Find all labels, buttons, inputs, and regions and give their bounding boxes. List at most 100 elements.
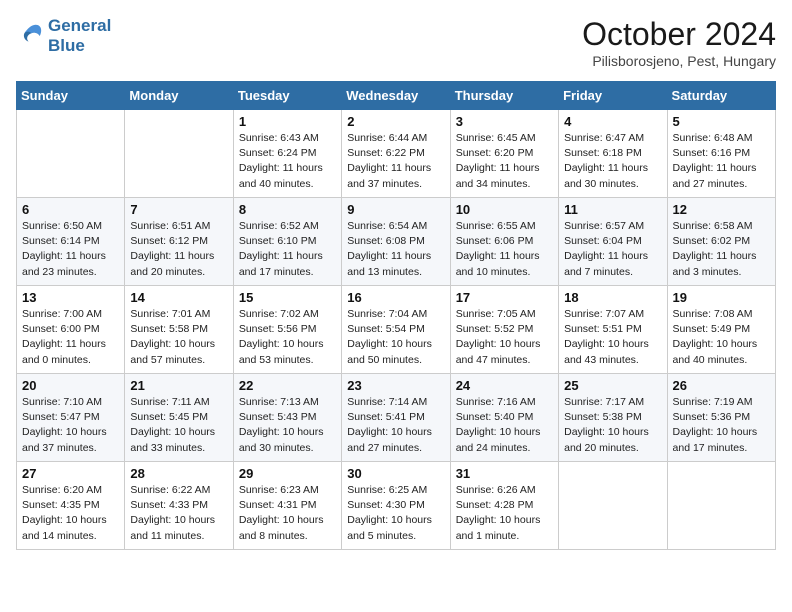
day-number: 17 xyxy=(456,290,553,305)
calendar-cell: 17 Sunrise: 7:05 AM Sunset: 5:52 PM Dayli… xyxy=(450,286,558,374)
day-number: 31 xyxy=(456,466,553,481)
weekday-header: Saturday xyxy=(667,82,775,110)
location: Pilisborosjeno, Pest, Hungary xyxy=(582,53,776,69)
day-info: Sunrise: 7:00 AM Sunset: 6:00 PM Dayligh… xyxy=(22,307,119,368)
day-info: Sunrise: 7:16 AM Sunset: 5:40 PM Dayligh… xyxy=(456,395,553,456)
calendar-cell: 26 Sunrise: 7:19 AM Sunset: 5:36 PM Dayli… xyxy=(667,374,775,462)
day-info: Sunrise: 7:11 AM Sunset: 5:45 PM Dayligh… xyxy=(130,395,227,456)
day-number: 28 xyxy=(130,466,227,481)
weekday-header: Sunday xyxy=(17,82,125,110)
day-info: Sunrise: 7:10 AM Sunset: 5:47 PM Dayligh… xyxy=(22,395,119,456)
day-number: 16 xyxy=(347,290,444,305)
calendar-cell: 21 Sunrise: 7:11 AM Sunset: 5:45 PM Dayli… xyxy=(125,374,233,462)
calendar-cell xyxy=(17,110,125,198)
calendar-cell: 5Sunrise: 6:48 AM Sunset: 6:16 PM Daylig… xyxy=(667,110,775,198)
day-number: 30 xyxy=(347,466,444,481)
calendar-cell: 23 Sunrise: 7:14 AM Sunset: 5:41 PM Dayli… xyxy=(342,374,450,462)
day-number: 14 xyxy=(130,290,227,305)
calendar-cell: 22 Sunrise: 7:13 AM Sunset: 5:43 PM Dayli… xyxy=(233,374,341,462)
calendar-cell: 20 Sunrise: 7:10 AM Sunset: 5:47 PM Dayli… xyxy=(17,374,125,462)
calendar-cell xyxy=(667,462,775,550)
month-title: October 2024 xyxy=(582,16,776,53)
day-info: Sunrise: 7:13 AM Sunset: 5:43 PM Dayligh… xyxy=(239,395,336,456)
day-info: Sunrise: 6:25 AM Sunset: 4:30 PM Dayligh… xyxy=(347,483,444,544)
day-number: 27 xyxy=(22,466,119,481)
day-number: 8 xyxy=(239,202,336,217)
day-number: 2 xyxy=(347,114,444,129)
calendar-cell: 11 Sunrise: 6:57 AM Sunset: 6:04 PM Dayli… xyxy=(559,198,667,286)
day-info: Sunrise: 6:44 AM Sunset: 6:22 PM Dayligh… xyxy=(347,131,444,192)
day-number: 26 xyxy=(673,378,770,393)
page-header: General Blue October 2024 Pilisborosjeno… xyxy=(16,16,776,69)
day-info: Sunrise: 6:23 AM Sunset: 4:31 PM Dayligh… xyxy=(239,483,336,544)
day-number: 13 xyxy=(22,290,119,305)
day-info: Sunrise: 7:01 AM Sunset: 5:58 PM Dayligh… xyxy=(130,307,227,368)
day-info: Sunrise: 6:26 AM Sunset: 4:28 PM Dayligh… xyxy=(456,483,553,544)
calendar-cell: 16 Sunrise: 7:04 AM Sunset: 5:54 PM Dayli… xyxy=(342,286,450,374)
day-info: Sunrise: 6:43 AM Sunset: 6:24 PM Dayligh… xyxy=(239,131,336,192)
calendar-cell: 24 Sunrise: 7:16 AM Sunset: 5:40 PM Dayli… xyxy=(450,374,558,462)
calendar-cell: 27 Sunrise: 6:20 AM Sunset: 4:35 PM Dayli… xyxy=(17,462,125,550)
calendar-cell: 8 Sunrise: 6:52 AM Sunset: 6:10 PM Daylig… xyxy=(233,198,341,286)
day-number: 15 xyxy=(239,290,336,305)
day-number: 1 xyxy=(239,114,336,129)
calendar-cell: 4 Sunrise: 6:47 AM Sunset: 6:18 PM Daylig… xyxy=(559,110,667,198)
day-info: Sunrise: 7:05 AM Sunset: 5:52 PM Dayligh… xyxy=(456,307,553,368)
calendar-cell: 28 Sunrise: 6:22 AM Sunset: 4:33 PM Dayli… xyxy=(125,462,233,550)
calendar-cell: 6 Sunrise: 6:50 AM Sunset: 6:14 PM Daylig… xyxy=(17,198,125,286)
calendar-cell: 29Sunrise: 6:23 AM Sunset: 4:31 PM Dayli… xyxy=(233,462,341,550)
day-info: Sunrise: 6:57 AM Sunset: 6:04 PM Dayligh… xyxy=(564,219,661,280)
calendar-cell: 31 Sunrise: 6:26 AM Sunset: 4:28 PM Dayli… xyxy=(450,462,558,550)
day-info: Sunrise: 6:50 AM Sunset: 6:14 PM Dayligh… xyxy=(22,219,119,280)
calendar-cell: 19Sunrise: 7:08 AM Sunset: 5:49 PM Dayli… xyxy=(667,286,775,374)
day-number: 22 xyxy=(239,378,336,393)
day-number: 19 xyxy=(673,290,770,305)
weekday-header: Thursday xyxy=(450,82,558,110)
day-info: Sunrise: 7:14 AM Sunset: 5:41 PM Dayligh… xyxy=(347,395,444,456)
day-info: Sunrise: 7:19 AM Sunset: 5:36 PM Dayligh… xyxy=(673,395,770,456)
day-number: 21 xyxy=(130,378,227,393)
day-number: 6 xyxy=(22,202,119,217)
calendar-cell: 15 Sunrise: 7:02 AM Sunset: 5:56 PM Dayli… xyxy=(233,286,341,374)
weekday-header: Wednesday xyxy=(342,82,450,110)
calendar-cell xyxy=(559,462,667,550)
day-info: Sunrise: 7:07 AM Sunset: 5:51 PM Dayligh… xyxy=(564,307,661,368)
calendar-cell: 3Sunrise: 6:45 AM Sunset: 6:20 PM Daylig… xyxy=(450,110,558,198)
day-number: 4 xyxy=(564,114,661,129)
day-number: 24 xyxy=(456,378,553,393)
day-info: Sunrise: 7:02 AM Sunset: 5:56 PM Dayligh… xyxy=(239,307,336,368)
day-info: Sunrise: 6:47 AM Sunset: 6:18 PM Dayligh… xyxy=(564,131,661,192)
calendar-cell: 25Sunrise: 7:17 AM Sunset: 5:38 PM Dayli… xyxy=(559,374,667,462)
day-info: Sunrise: 7:04 AM Sunset: 5:54 PM Dayligh… xyxy=(347,307,444,368)
logo-text: General Blue xyxy=(48,16,111,56)
calendar-table: SundayMondayTuesdayWednesdayThursdayFrid… xyxy=(16,81,776,550)
logo-bird-icon xyxy=(16,22,44,50)
day-number: 11 xyxy=(564,202,661,217)
day-number: 9 xyxy=(347,202,444,217)
calendar-cell: 30 Sunrise: 6:25 AM Sunset: 4:30 PM Dayli… xyxy=(342,462,450,550)
day-info: Sunrise: 6:52 AM Sunset: 6:10 PM Dayligh… xyxy=(239,219,336,280)
calendar-cell: 14 Sunrise: 7:01 AM Sunset: 5:58 PM Dayli… xyxy=(125,286,233,374)
calendar-cell: 12 Sunrise: 6:58 AM Sunset: 6:02 PM Dayli… xyxy=(667,198,775,286)
day-number: 12 xyxy=(673,202,770,217)
day-info: Sunrise: 6:22 AM Sunset: 4:33 PM Dayligh… xyxy=(130,483,227,544)
day-number: 20 xyxy=(22,378,119,393)
day-info: Sunrise: 6:20 AM Sunset: 4:35 PM Dayligh… xyxy=(22,483,119,544)
day-info: Sunrise: 7:17 AM Sunset: 5:38 PM Dayligh… xyxy=(564,395,661,456)
day-number: 23 xyxy=(347,378,444,393)
weekday-header: Friday xyxy=(559,82,667,110)
calendar-cell xyxy=(125,110,233,198)
calendar-cell: 18 Sunrise: 7:07 AM Sunset: 5:51 PM Dayli… xyxy=(559,286,667,374)
logo: General Blue xyxy=(16,16,111,56)
calendar-cell: 7 Sunrise: 6:51 AM Sunset: 6:12 PM Daylig… xyxy=(125,198,233,286)
day-info: Sunrise: 6:48 AM Sunset: 6:16 PM Dayligh… xyxy=(673,131,770,192)
day-number: 10 xyxy=(456,202,553,217)
day-number: 3 xyxy=(456,114,553,129)
day-info: Sunrise: 6:54 AM Sunset: 6:08 PM Dayligh… xyxy=(347,219,444,280)
day-number: 18 xyxy=(564,290,661,305)
day-info: Sunrise: 6:58 AM Sunset: 6:02 PM Dayligh… xyxy=(673,219,770,280)
day-info: Sunrise: 6:51 AM Sunset: 6:12 PM Dayligh… xyxy=(130,219,227,280)
day-number: 7 xyxy=(130,202,227,217)
weekday-header: Monday xyxy=(125,82,233,110)
day-info: Sunrise: 6:55 AM Sunset: 6:06 PM Dayligh… xyxy=(456,219,553,280)
